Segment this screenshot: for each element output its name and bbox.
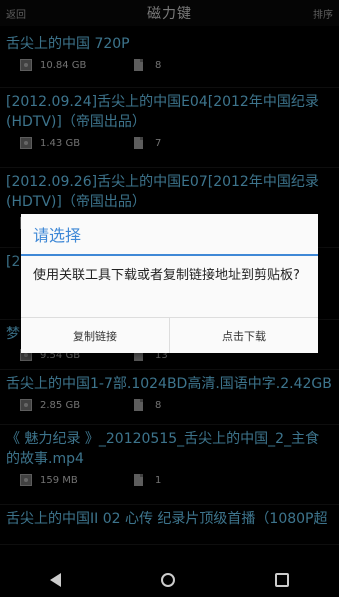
dialog-title: 请选择	[21, 214, 318, 256]
choice-dialog: 请选择 使用关联工具下载或者复制链接地址到剪贴板? 复制链接 点击下载	[21, 214, 318, 353]
back-triangle-icon[interactable]	[50, 572, 61, 587]
recent-square-icon[interactable]	[275, 572, 289, 587]
copy-link-button[interactable]: 复制链接	[21, 318, 169, 353]
home-circle-icon[interactable]	[161, 572, 175, 587]
system-nav-bar	[0, 562, 339, 597]
dialog-buttons: 复制链接 点击下载	[21, 317, 318, 353]
dialog-message: 使用关联工具下载或者复制链接地址到剪贴板?	[33, 268, 300, 283]
download-button[interactable]: 点击下载	[169, 318, 318, 353]
